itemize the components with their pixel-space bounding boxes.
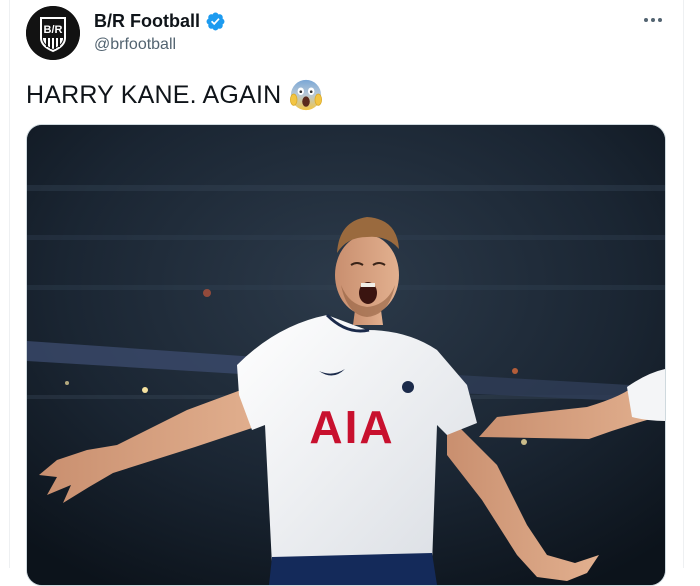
more-dot-icon: [644, 18, 648, 22]
verified-badge-icon: [206, 12, 225, 31]
tweet-body: HARRY KANE. AGAIN: [26, 80, 282, 109]
divider: [9, 0, 10, 568]
more-options-button[interactable]: [640, 10, 666, 30]
face-screaming-in-fear-icon: [290, 79, 323, 111]
avatar[interactable]: B/R: [26, 6, 80, 60]
br-logo-icon: B/R: [26, 6, 80, 60]
more-dot-icon: [658, 18, 662, 22]
author-handle[interactable]: @brfootball: [94, 36, 176, 54]
author-display-name[interactable]: B/R Football: [94, 11, 200, 32]
tweet-text: HARRY KANE. AGAIN: [26, 78, 323, 112]
avatar-logo-text: B/R: [44, 24, 63, 36]
divider: [683, 0, 684, 568]
more-dot-icon: [651, 18, 655, 22]
tweet-card: B/R B/R Football @brfootball HARRY KANE.…: [0, 0, 700, 586]
author-name[interactable]: B/R Football: [94, 11, 226, 32]
shirt-sponsor-text: AIA: [309, 401, 394, 453]
tweet-media-photo[interactable]: AIA: [26, 124, 666, 586]
celebration-photo: AIA: [27, 125, 665, 585]
